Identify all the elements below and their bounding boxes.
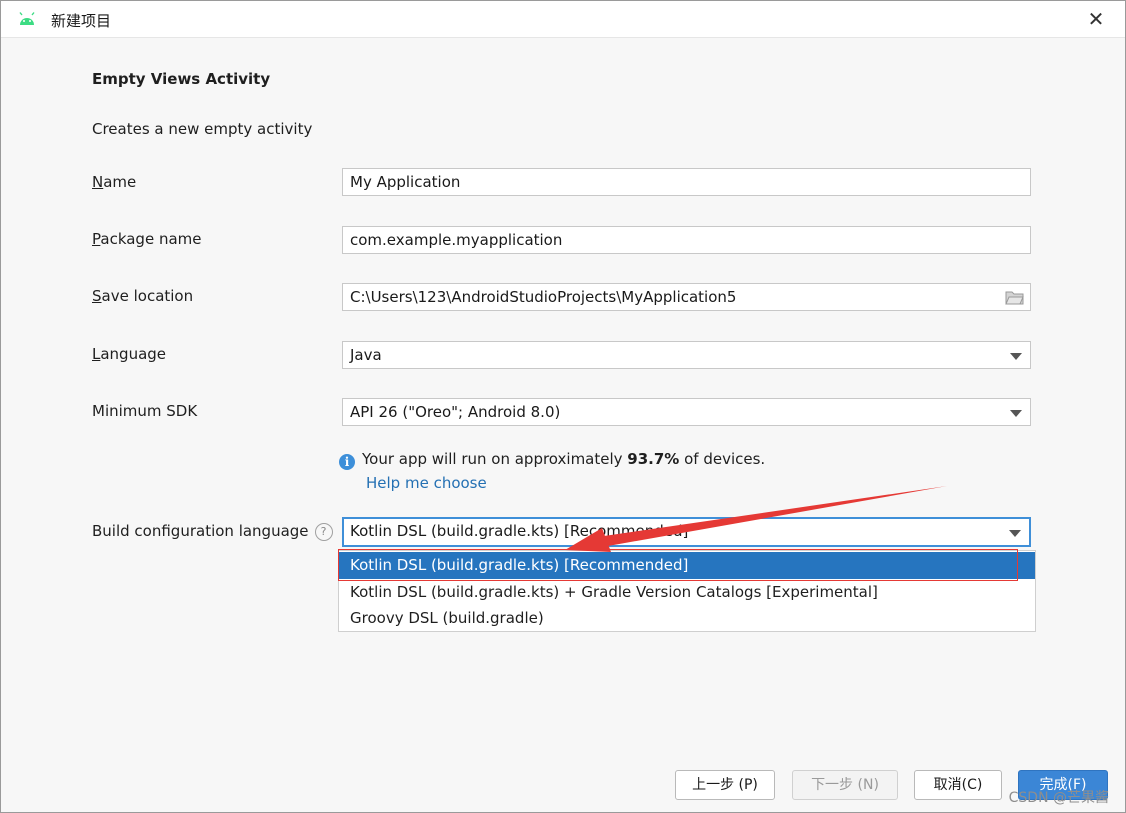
android-icon — [19, 12, 35, 25]
activity-heading: Empty Views Activity — [92, 70, 271, 88]
window-title: 新建项目 — [51, 12, 112, 30]
device-coverage-info: i Your app will run on approximately 93.7… — [339, 450, 765, 470]
build-config-dropdown: Kotlin DSL (build.gradle.kts) [Recommend… — [338, 550, 1036, 632]
next-button[interactable]: 下一步 (N) — [792, 770, 898, 800]
previous-button[interactable]: 上一步 (P) — [675, 770, 775, 800]
language-label: Language — [92, 345, 167, 363]
build-config-label: Build configuration language? — [92, 522, 333, 541]
minimum-sdk-select[interactable]: API 26 ("Oreo"; Android 8.0) — [342, 398, 1031, 426]
save-location-value: C:\Users\123\AndroidStudioProjects\MyApp… — [350, 288, 737, 306]
folder-icon[interactable] — [1005, 290, 1024, 305]
activity-description: Creates a new empty activity — [92, 120, 313, 138]
new-project-dialog: 新建项目 ✕ Empty Views Activity Creates a ne… — [0, 0, 1126, 813]
save-location-label: Save location — [92, 287, 194, 305]
cancel-button[interactable]: 取消(C) — [914, 770, 1002, 800]
chevron-down-icon — [1010, 410, 1022, 417]
help-me-choose-link[interactable]: Help me choose — [366, 474, 487, 492]
watermark: CSDN @芒果酱 — [1008, 790, 1109, 806]
package-name-label: Package name — [92, 230, 202, 248]
language-select[interactable]: Java — [342, 341, 1031, 369]
close-icon[interactable]: ✕ — [1085, 6, 1107, 32]
name-input[interactable]: My Application — [342, 168, 1031, 196]
build-config-value: Kotlin DSL (build.gradle.kts) [Recommend… — [350, 522, 689, 540]
name-label: Name — [92, 173, 137, 191]
dropdown-option-kotlin-dsl-catalogs[interactable]: Kotlin DSL (build.gradle.kts) + Gradle V… — [339, 579, 1035, 606]
chevron-down-icon — [1010, 353, 1022, 360]
build-config-select[interactable]: Kotlin DSL (build.gradle.kts) [Recommend… — [342, 517, 1031, 547]
package-name-input[interactable]: com.example.myapplication — [342, 226, 1031, 254]
minimum-sdk-value: API 26 ("Oreo"; Android 8.0) — [350, 403, 561, 421]
question-icon[interactable]: ? — [314, 523, 333, 541]
chevron-down-icon — [1009, 530, 1021, 537]
save-location-input[interactable]: C:\Users\123\AndroidStudioProjects\MyApp… — [342, 283, 1031, 311]
language-value: Java — [350, 346, 382, 364]
dropdown-option-kotlin-dsl[interactable]: Kotlin DSL (build.gradle.kts) [Recommend… — [339, 552, 1035, 579]
minimum-sdk-label: Minimum SDK — [92, 402, 198, 420]
dropdown-option-groovy-dsl[interactable]: Groovy DSL (build.gradle) — [339, 605, 1035, 632]
info-icon: i — [339, 454, 355, 470]
title-bar: 新建项目 ✕ — [1, 1, 1125, 38]
